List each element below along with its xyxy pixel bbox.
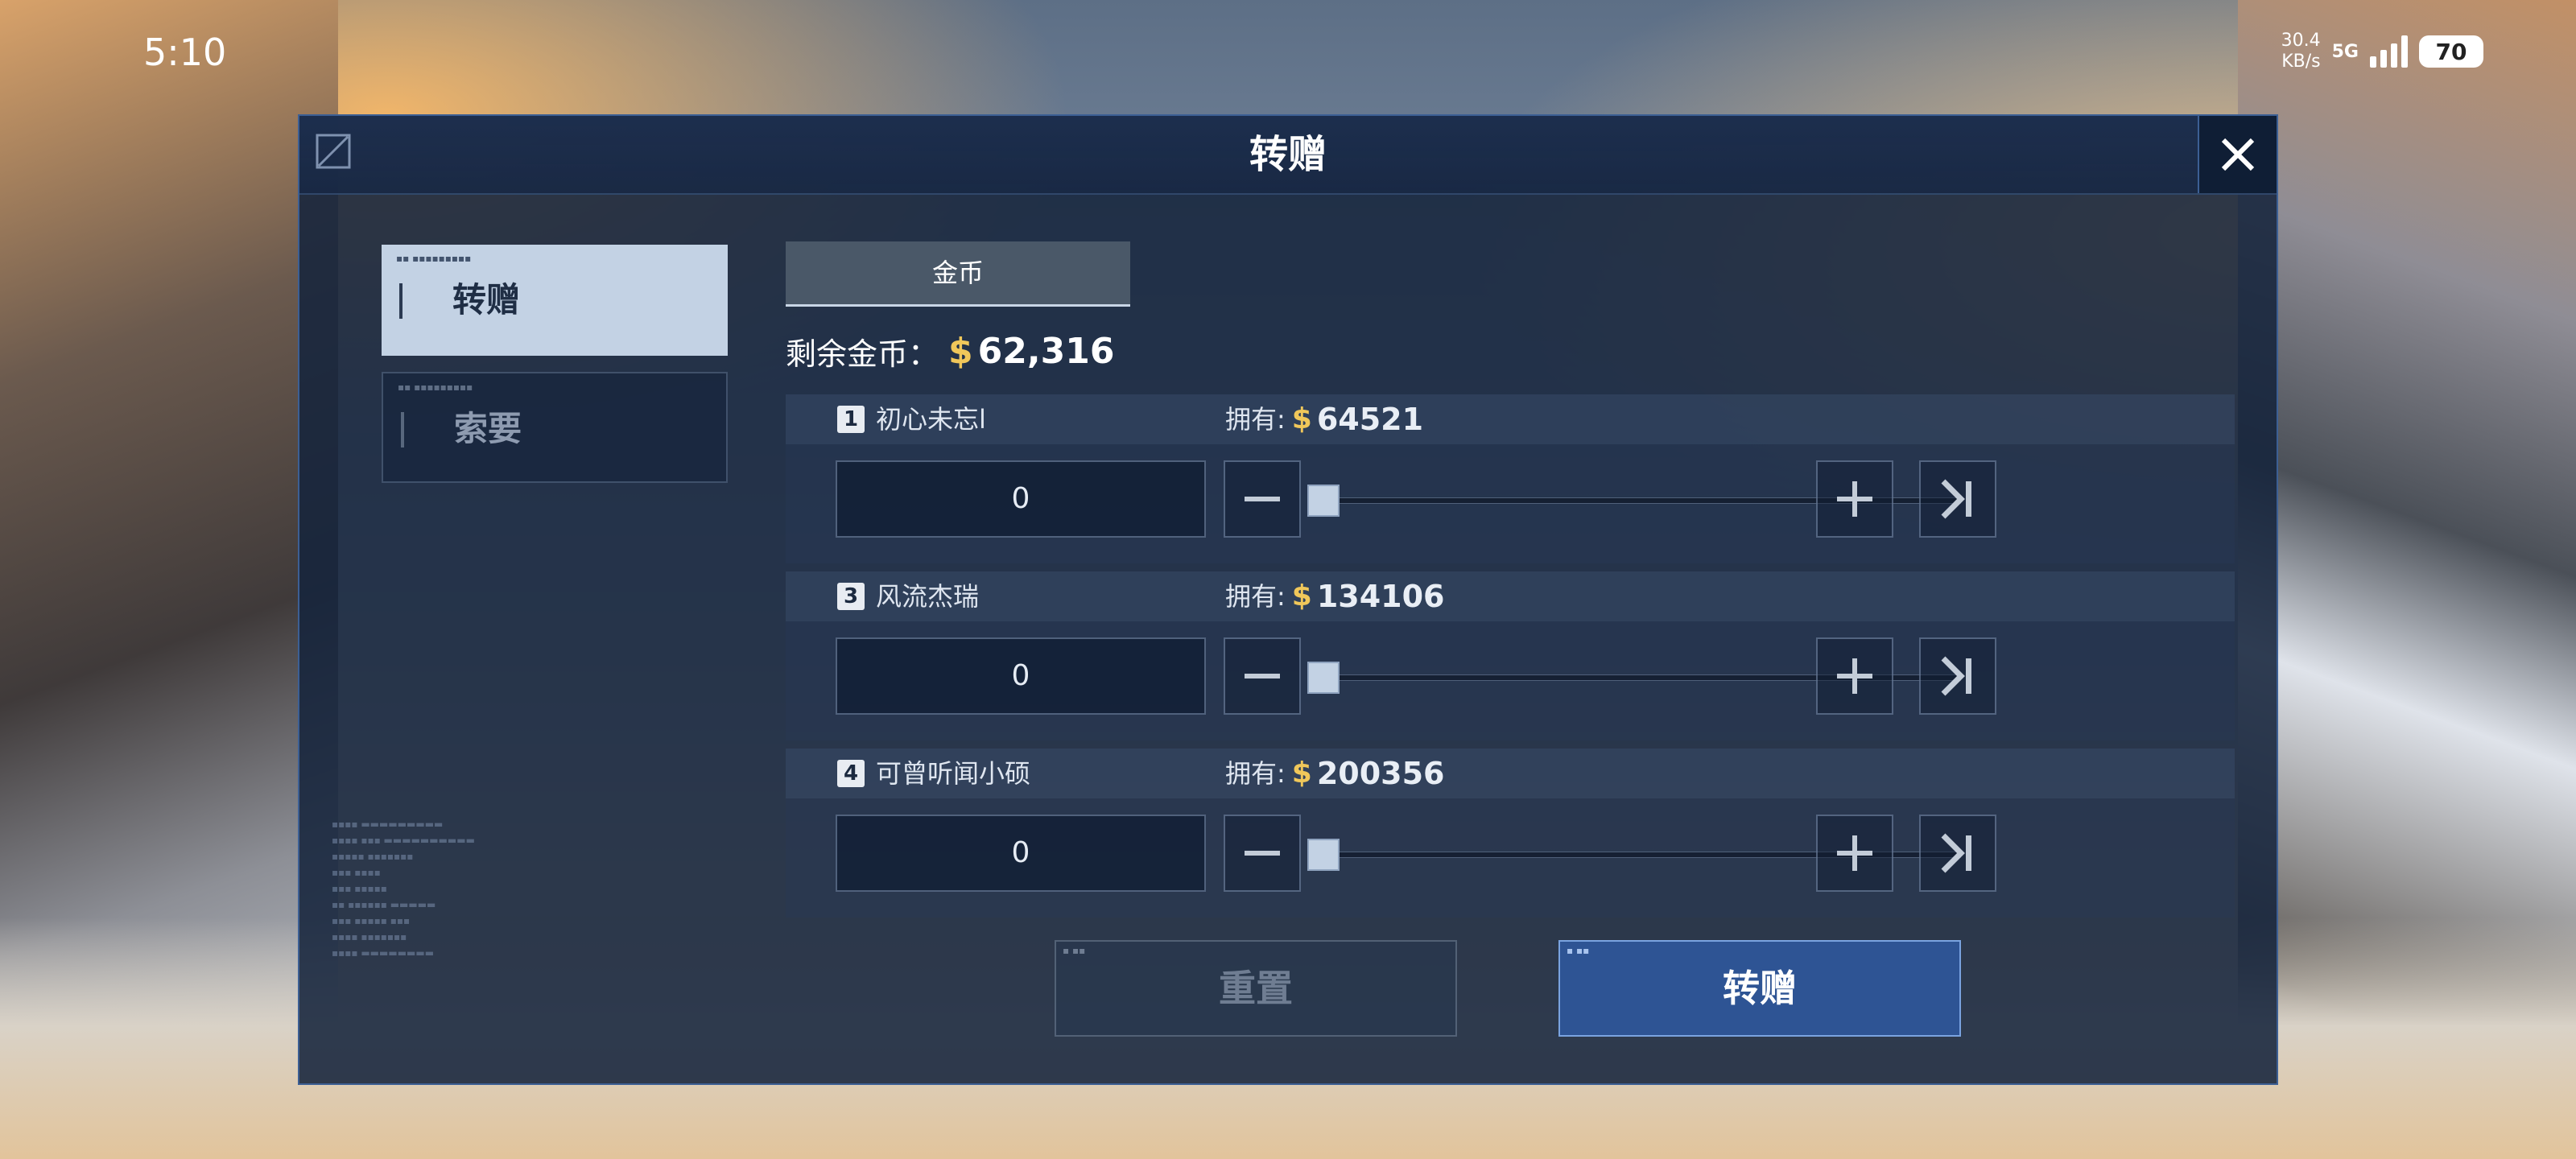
amount-slider-thumb[interactable] bbox=[1307, 485, 1340, 517]
signal-type: 5G bbox=[2331, 41, 2359, 62]
status-time: 5:10 bbox=[143, 31, 227, 74]
status-indicators: 30.4 KB/s 5G 70 bbox=[2281, 31, 2483, 72]
tab-indicator bbox=[399, 283, 402, 319]
amount-input[interactable]: 0 bbox=[836, 460, 1206, 538]
close-icon bbox=[2221, 138, 2255, 171]
minus-icon bbox=[1245, 674, 1280, 678]
owned-value: 134106 bbox=[1316, 579, 1445, 614]
decorative-log: ▪▪▪▪ ▬▬▬▬▬▬▬▬▬ ▪▪▪▪ ▪▪▪ ▬▬▬▬▬▬▬▬▬▬ ▪▪▪▪▪ ▪… bbox=[332, 819, 475, 959]
plus-icon bbox=[1837, 481, 1872, 517]
confirm-button-label: 转赠 bbox=[1723, 967, 1797, 1010]
max-button[interactable] bbox=[1919, 815, 1996, 892]
max-button[interactable] bbox=[1919, 637, 1996, 715]
confirm-gift-button[interactable]: ▪ ▪▪ 转赠 bbox=[1558, 940, 1961, 1037]
remaining-value: 62,316 bbox=[977, 330, 1115, 372]
player-name: 初心未忘l bbox=[876, 404, 986, 435]
coin-icon: $ bbox=[1291, 402, 1312, 435]
player-name: 风流杰瑞 bbox=[876, 581, 980, 612]
tab-indicator bbox=[401, 412, 404, 448]
reset-button[interactable]: ▪ ▪▪ 重置 bbox=[1055, 940, 1457, 1037]
tab-request-label: 索要 bbox=[454, 409, 522, 448]
increase-button[interactable] bbox=[1816, 460, 1893, 538]
owned-coins: 拥有: $ 200356 bbox=[1225, 749, 1445, 798]
rank-badge: 4 bbox=[837, 760, 865, 787]
close-button[interactable] bbox=[2198, 116, 2277, 193]
plus-icon bbox=[1837, 658, 1872, 694]
coin-icon: $ bbox=[1291, 757, 1312, 790]
button-decoration: ▪ ▪▪ bbox=[1063, 945, 1086, 956]
tab-currency-coins[interactable]: 金币 bbox=[786, 241, 1130, 307]
amount-slider-thumb[interactable] bbox=[1307, 662, 1340, 694]
player-row: 3 风流杰瑞 拥有: $ 134106 0 bbox=[786, 571, 2235, 740]
owned-label: 拥有: bbox=[1225, 404, 1286, 435]
increase-button[interactable] bbox=[1816, 815, 1893, 892]
rank-badge: 1 bbox=[837, 406, 865, 433]
coin-icon: $ bbox=[1291, 580, 1312, 612]
owned-coins: 拥有: $ 64521 bbox=[1225, 394, 1423, 444]
owned-coins: 拥有: $ 134106 bbox=[1225, 571, 1445, 621]
remaining-label: 剩余金币： bbox=[786, 336, 939, 372]
plus-icon bbox=[1837, 835, 1872, 871]
coin-icon: $ bbox=[948, 330, 973, 372]
network-speed-value: 30.4 bbox=[2281, 31, 2321, 51]
max-icon bbox=[1941, 656, 1971, 696]
reset-button-label: 重置 bbox=[1219, 967, 1293, 1010]
remaining-balance: 剩余金币： $ 62,316 bbox=[786, 327, 1114, 375]
decrease-button[interactable] bbox=[1224, 815, 1301, 892]
dialog-header: 转赠 bbox=[299, 116, 2277, 195]
max-icon bbox=[1941, 833, 1971, 873]
max-icon bbox=[1941, 479, 1971, 519]
dialog-title: 转赠 bbox=[1249, 132, 1327, 177]
signal-bars-icon bbox=[2370, 35, 2408, 68]
player-row-header bbox=[786, 571, 2235, 621]
player-row: 4 可曾听闻小硕 拥有: $ 200356 0 bbox=[786, 749, 2235, 918]
rank-badge: 3 bbox=[837, 583, 865, 610]
player-row-header bbox=[786, 394, 2235, 444]
owned-value: 200356 bbox=[1316, 756, 1445, 791]
network-speed: 30.4 KB/s bbox=[2281, 31, 2321, 72]
player-name: 可曾听闻小硕 bbox=[876, 758, 1031, 789]
owned-value: 64521 bbox=[1316, 402, 1424, 437]
button-decoration: ▪ ▪▪ bbox=[1567, 945, 1590, 956]
minus-icon bbox=[1245, 497, 1280, 501]
network-speed-unit: KB/s bbox=[2281, 52, 2321, 72]
owned-label: 拥有: bbox=[1225, 581, 1286, 612]
tab-gift[interactable]: ▪▪ ▪▪▪▪▪▪▪▪▪ 转赠 bbox=[382, 245, 728, 356]
amount-slider-thumb[interactable] bbox=[1307, 839, 1340, 871]
owned-label: 拥有: bbox=[1225, 758, 1286, 789]
amount-input[interactable]: 0 bbox=[836, 815, 1206, 892]
increase-button[interactable] bbox=[1816, 637, 1893, 715]
tab-request[interactable]: ▪▪ ▪▪▪▪▪▪▪▪▪ 索要 bbox=[382, 372, 728, 483]
max-button[interactable] bbox=[1919, 460, 1996, 538]
minus-icon bbox=[1245, 851, 1280, 856]
amount-input[interactable]: 0 bbox=[836, 637, 1206, 715]
decrease-button[interactable] bbox=[1224, 637, 1301, 715]
decrease-button[interactable] bbox=[1224, 460, 1301, 538]
player-row: 1 初心未忘l 拥有: $ 64521 0 bbox=[786, 394, 2235, 563]
tab-gift-label: 转赠 bbox=[452, 280, 521, 320]
battery-icon: 70 bbox=[2419, 35, 2483, 68]
